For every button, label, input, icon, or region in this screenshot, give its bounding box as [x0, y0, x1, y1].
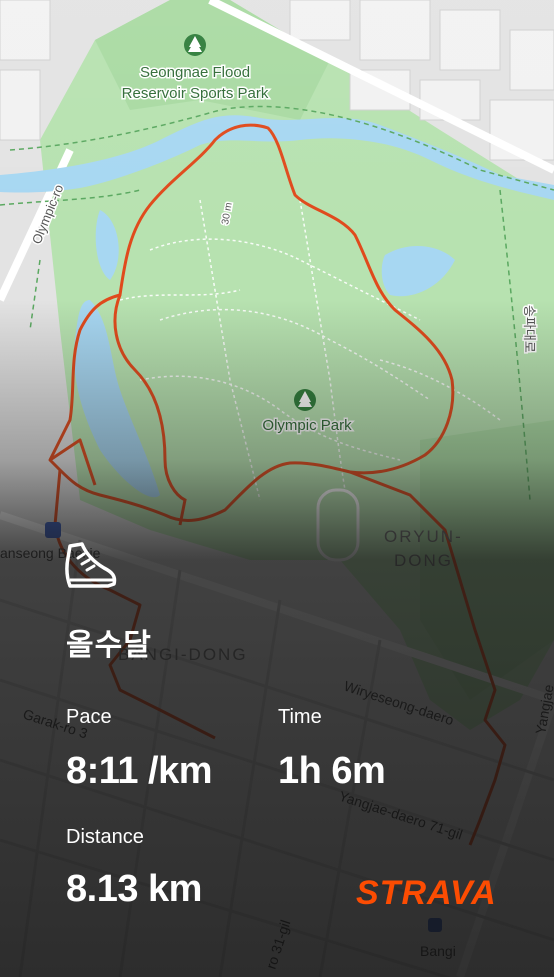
pace-label: Pace [66, 706, 112, 728]
pace-value: 8:11 /km [66, 750, 213, 792]
strava-logo: STRAVA [356, 874, 497, 912]
distance-value: 8.13 km [66, 868, 202, 910]
time-label: Time [278, 706, 322, 728]
activity-stats-card: 올수달 Pace 8:11 /km Time 1h 6m Distance 8.… [0, 0, 554, 977]
time-value: 1h 6m [278, 750, 386, 792]
running-shoe-icon [65, 542, 117, 588]
distance-label: Distance [66, 826, 144, 848]
activity-title: 올수달 [66, 629, 152, 662]
